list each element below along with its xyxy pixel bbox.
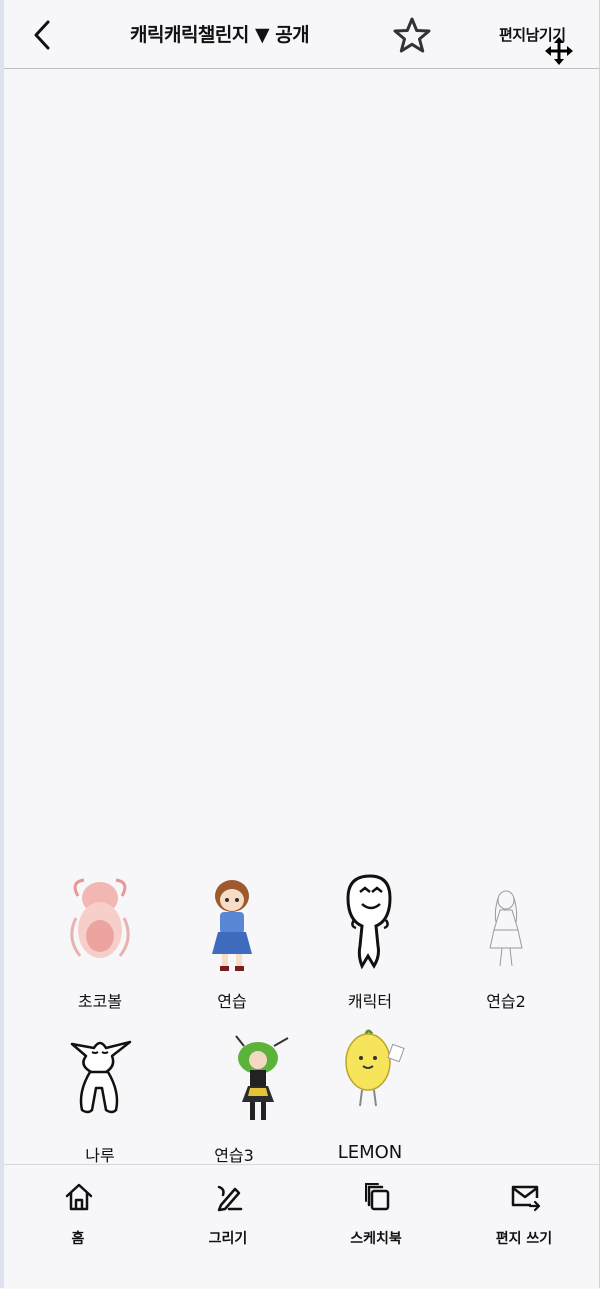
- nav-write-letter[interactable]: 편지 쓰기: [454, 1165, 594, 1289]
- character-name: 캐릭터: [347, 992, 393, 1011]
- character-item-practice[interactable]: 연습: [162, 868, 302, 1018]
- character-item-naru[interactable]: 나루: [30, 1022, 170, 1172]
- sketchbook-icon: [365, 1183, 390, 1211]
- green-hair-girl-thumbnail: [235, 1035, 289, 1120]
- elf-doodle-thumbnail: [70, 1040, 132, 1114]
- character-name: 연습3: [214, 1146, 254, 1165]
- nav-draw[interactable]: 그리기: [158, 1165, 298, 1289]
- top-bar: 캐릭캐릭챌린지 ▼ 공개 편지남기기: [4, 0, 599, 69]
- character-name: 연습2: [486, 992, 526, 1011]
- home-icon: [65, 1183, 93, 1211]
- nav-write-letter-label: 편지 쓰기: [495, 1231, 553, 1247]
- window-edge: [0, 0, 4, 1288]
- character-item-practice2[interactable]: 연습2: [436, 868, 576, 1018]
- move-cursor-icon: [545, 37, 573, 65]
- girl-uniform-thumbnail: [212, 880, 252, 971]
- character-item-chocoball[interactable]: 초코볼: [30, 868, 170, 1018]
- bottom-navigation: 홈 그리기 스케치북 편지 쓰기: [4, 1164, 599, 1289]
- character-name: 나루: [85, 1146, 115, 1165]
- character-name: LEMON: [337, 1142, 403, 1163]
- pink-character-thumbnail: [70, 878, 130, 958]
- back-icon[interactable]: [28, 18, 58, 52]
- nav-home[interactable]: 홈: [8, 1165, 148, 1289]
- star-icon[interactable]: [392, 16, 432, 54]
- character-item-practice3[interactable]: 연습3: [164, 1022, 304, 1172]
- sketch-girl-thumbnail: [489, 890, 523, 967]
- character-name: 연습: [217, 992, 247, 1011]
- lemon-character-thumbnail: [345, 1029, 405, 1107]
- nav-draw-label: 그리기: [208, 1231, 248, 1247]
- nav-sketchbook[interactable]: 스케치북: [306, 1165, 446, 1289]
- pencil-icon: [217, 1185, 243, 1212]
- nav-home-label: 홈: [71, 1231, 85, 1247]
- mail-send-icon: [511, 1185, 541, 1212]
- character-item-character[interactable]: 캐릭터: [300, 868, 440, 1018]
- character-item-lemon[interactable]: LEMON: [300, 1022, 440, 1172]
- nav-sketchbook-label: 스케치북: [350, 1231, 402, 1247]
- smiley-doodle-thumbnail: [346, 874, 392, 970]
- character-name: 초코볼: [77, 992, 123, 1011]
- page-title[interactable]: 캐릭캐릭챌린지 ▼ 공개: [130, 20, 310, 47]
